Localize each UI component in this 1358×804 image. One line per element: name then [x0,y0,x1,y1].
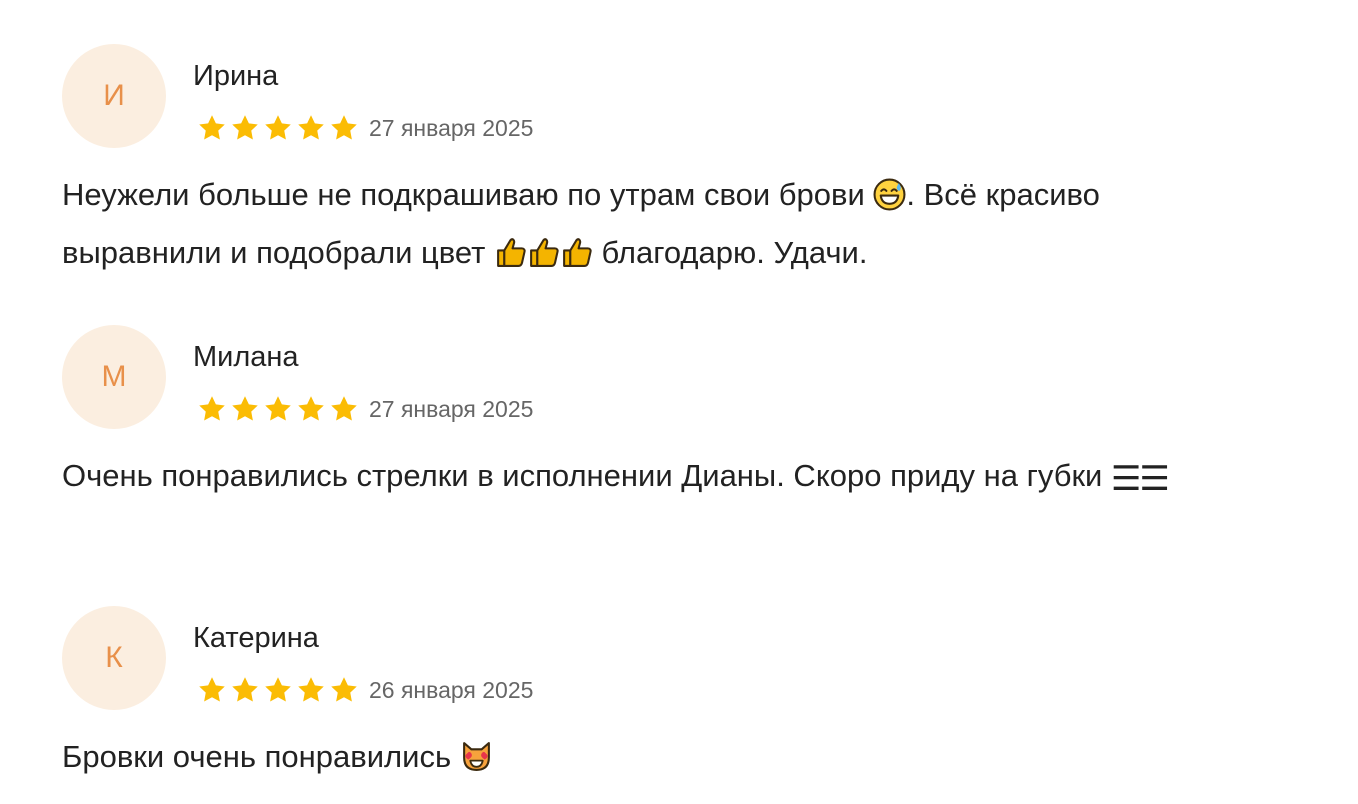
avatar: К [62,606,166,710]
rating-row: 26 января 2025 [197,675,533,705]
review-text: Неужели больше не подкрашиваю по утрам с… [62,166,1262,282]
thumbs-up-emoji-icon [527,236,560,269]
reviewer-name: Катерина [193,622,319,654]
star-icon [197,675,227,705]
avatar: И [62,44,166,148]
bars-emoji: ☰☰ [1111,459,1170,499]
rating-row: 27 января 2025 [197,394,533,424]
star-icon [230,394,260,424]
avatar: М [62,325,166,429]
review-date: 26 января 2025 [369,676,534,703]
star-icon [329,675,359,705]
star-icon [230,675,260,705]
reviewer-name: Ирина [193,60,279,92]
review-text-part: благодарю. Удачи. [592,235,868,270]
star-icon [329,113,359,143]
star-icon [230,113,260,143]
star-icon [296,675,326,705]
star-rating [197,113,359,143]
review-date: 27 января 2025 [369,395,534,422]
review-text-part: Бровки очень понравились [62,739,460,774]
star-icon [263,675,293,705]
star-icon [296,113,326,143]
review-text-part: Неужели больше не подкрашиваю по утрам с… [62,177,874,212]
review-text: Очень понравились стрелки в исполнении Д… [62,447,1262,505]
star-rating [197,394,359,424]
review-text-part: Очень понравились стрелки в исполнении Д… [62,458,1111,493]
star-rating [197,675,359,705]
thumbs-up-emoji-icon [560,236,593,269]
star-icon [263,113,293,143]
review-date: 27 января 2025 [369,114,534,141]
grinning-sweat-emoji-icon [873,178,906,211]
review-text: Бровки очень понравились [62,728,1262,786]
star-icon [329,394,359,424]
star-icon [263,394,293,424]
star-icon [296,394,326,424]
star-icon [197,113,227,143]
star-icon [197,394,227,424]
heart-eyes-cat-emoji-icon [460,740,493,773]
thumbs-up-emoji-icon [494,236,527,269]
reviewer-name: Милана [193,341,299,373]
rating-row: 27 января 2025 [197,113,533,143]
